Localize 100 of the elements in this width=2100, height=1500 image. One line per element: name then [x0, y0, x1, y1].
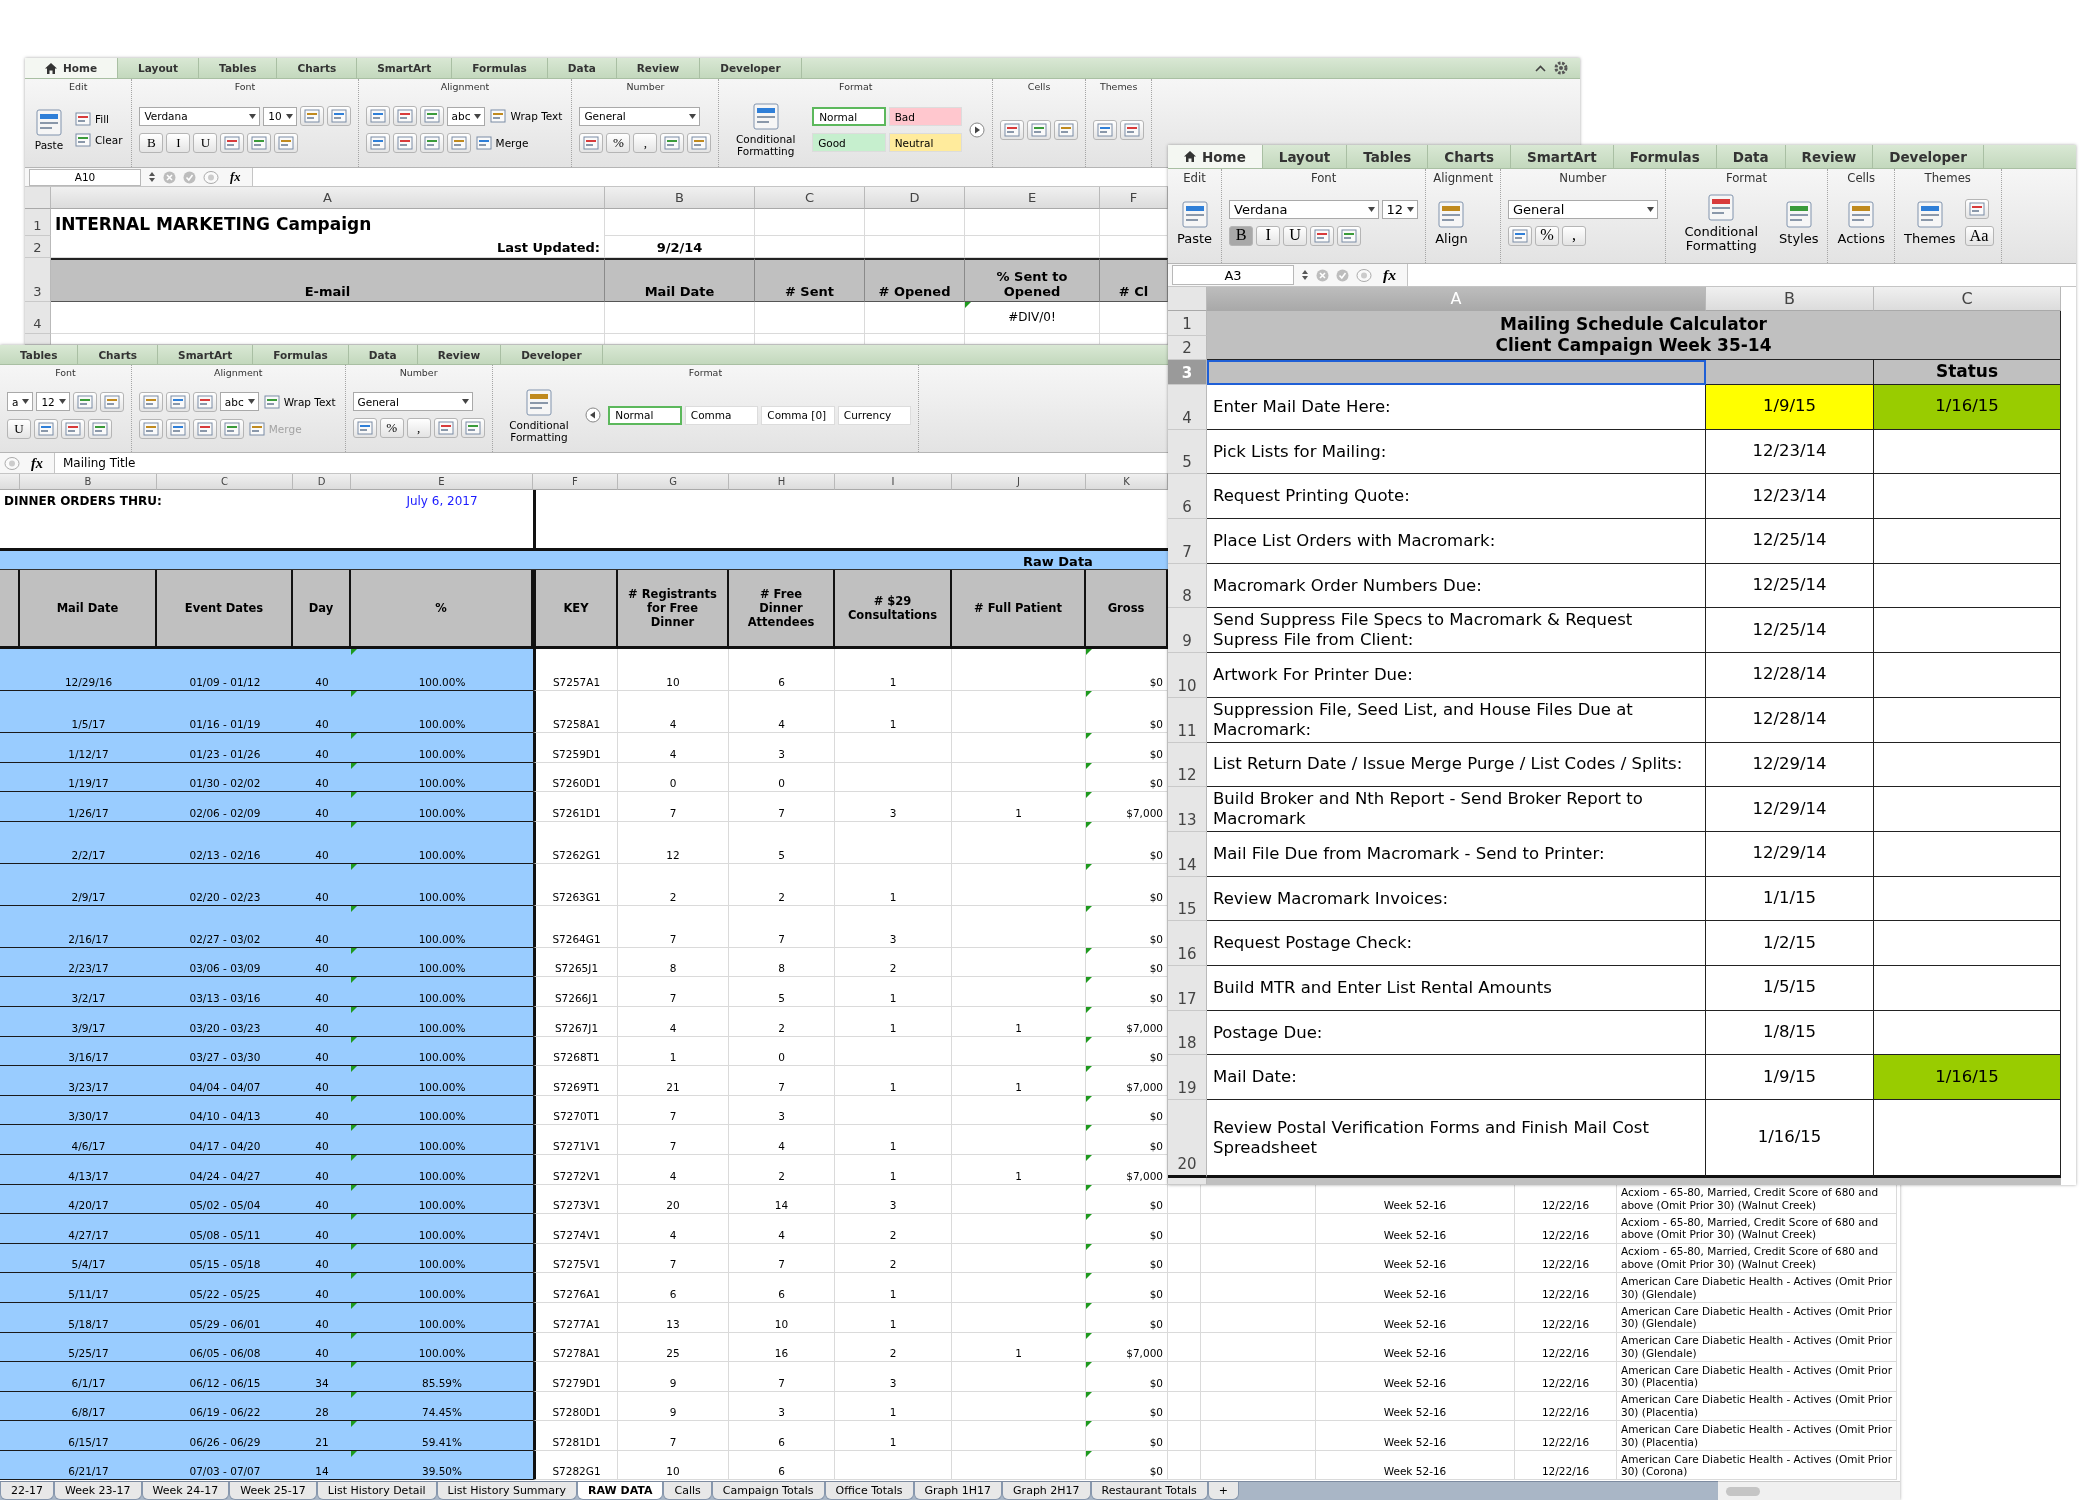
column-heading[interactable]: E: [351, 474, 533, 490]
sheet-tab[interactable]: Week 25-17: [229, 1482, 317, 1500]
toolbar-button[interactable]: Clear: [73, 133, 125, 147]
ribbon-tab[interactable]: SmartArt: [357, 58, 453, 78]
cell-style[interactable]: Comma: [684, 405, 759, 425]
stepper-icon[interactable]: [148, 171, 156, 183]
name-box[interactable]: A10: [29, 168, 141, 186]
column-heading[interactable]: B: [605, 187, 755, 209]
cancel-icon[interactable]: [1316, 268, 1329, 282]
row-heading[interactable]: 4: [25, 302, 51, 334]
row-heading[interactable]: 4: [1168, 385, 1207, 430]
toolbar-button[interactable]: [88, 418, 112, 439]
settings-icon[interactable]: [1554, 61, 1568, 75]
scroll-styles-button[interactable]: [585, 407, 602, 423]
toolbar-button[interactable]: [72, 391, 97, 412]
ribbon-button[interactable]: Actions: [1835, 198, 1887, 247]
ribbon-tab[interactable]: Formulas: [253, 345, 349, 364]
name-box[interactable]: A3: [1172, 265, 1294, 285]
dropdown-field[interactable]: a: [7, 392, 34, 411]
toolbar-button[interactable]: Wrap Text: [261, 394, 338, 409]
row-heading[interactable]: 15: [1168, 876, 1207, 922]
column-heading[interactable]: C: [1874, 287, 2061, 311]
ribbon-tab[interactable]: Charts: [1428, 145, 1512, 168]
dropdown-field[interactable]: General: [1508, 199, 1658, 219]
row-heading[interactable]: 19: [1168, 1055, 1207, 1100]
format-button[interactable]: B: [139, 133, 164, 153]
column-heading[interactable]: E: [965, 187, 1100, 209]
row-heading[interactable]: 6: [1168, 474, 1207, 520]
format-button[interactable]: B: [1229, 225, 1254, 246]
ribbon-button[interactable]: Align: [1433, 198, 1470, 247]
dropdown-field[interactable]: General: [352, 392, 474, 411]
sheet-tab[interactable]: Campaign Totals: [711, 1482, 825, 1500]
row-heading[interactable]: 18: [1168, 1010, 1207, 1056]
sheet-tab[interactable]: Graph 2H17: [1002, 1482, 1091, 1500]
ribbon-tab[interactable]: Review: [417, 345, 502, 364]
column-heading[interactable]: B: [20, 474, 157, 490]
ribbon-tab[interactable]: Developer: [1873, 145, 1984, 168]
row-heading[interactable]: 1: [1168, 311, 1207, 336]
horizontal-scrollbar[interactable]: [1718, 1481, 1900, 1500]
dropdown-field[interactable]: Verdana: [139, 106, 261, 126]
toolbar-button[interactable]: [99, 391, 124, 412]
ribbon-tab[interactable]: Charts: [277, 58, 358, 78]
format-button[interactable]: %: [379, 418, 404, 438]
format-button[interactable]: Aa: [1964, 226, 1994, 246]
dropdown-field[interactable]: abc: [446, 106, 486, 126]
toolbar-button[interactable]: [660, 132, 685, 153]
toolbar-button[interactable]: [219, 418, 244, 439]
toolbar-button[interactable]: [192, 391, 217, 412]
toolbar-button[interactable]: [1120, 119, 1145, 140]
row-heading[interactable]: 7: [1168, 519, 1207, 564]
toolbar-button[interactable]: [1337, 225, 1362, 246]
dropdown-field[interactable]: abc: [219, 392, 259, 411]
column-heading[interactable]: K: [1086, 474, 1168, 490]
toolbar-button[interactable]: [1508, 225, 1533, 246]
ribbon-tab[interactable]: Data: [1716, 145, 1786, 168]
toolbar-button[interactable]: [446, 133, 471, 153]
column-heading[interactable]: D: [293, 474, 351, 490]
format-button[interactable]: U: [193, 133, 218, 153]
ribbon-tab[interactable]: Tables: [1347, 145, 1429, 168]
row-heading[interactable]: 2: [1168, 336, 1207, 360]
select-all-button[interactable]: [25, 187, 51, 209]
sheet-tab[interactable]: Calls: [663, 1482, 712, 1500]
ribbon-button[interactable]: Paste: [32, 107, 66, 152]
sheet-tab[interactable]: List History Summary: [436, 1482, 578, 1500]
format-button[interactable]: ,: [633, 132, 658, 153]
format-button[interactable]: I: [166, 133, 191, 153]
ribbon-tab[interactable]: SmartArt: [158, 345, 254, 364]
toolbar-button[interactable]: [365, 106, 390, 126]
row-heading[interactable]: 20: [1168, 1100, 1207, 1178]
column-heading[interactable]: B: [1706, 287, 1874, 311]
column-heading[interactable]: C: [157, 474, 293, 490]
scrollbar-thumb[interactable]: [1726, 1486, 1760, 1496]
toolbar-button[interactable]: [1093, 119, 1118, 140]
format-button[interactable]: %: [606, 132, 631, 153]
toolbar-button[interactable]: [247, 133, 272, 153]
ribbon-button[interactable]: Styles: [1777, 198, 1821, 247]
ribbon-tab[interactable]: Layout: [118, 58, 200, 78]
column-heading[interactable]: I: [835, 474, 952, 490]
ribbon-tab[interactable]: Charts: [78, 345, 159, 364]
toolbar-button[interactable]: [165, 391, 190, 412]
toolbar-button[interactable]: [299, 106, 324, 126]
toolbar-button[interactable]: [433, 418, 458, 438]
insert-function-button[interactable]: fx: [1379, 266, 1400, 284]
row-heading[interactable]: 1: [25, 209, 51, 236]
row-heading[interactable]: 9: [1168, 608, 1207, 654]
insert-function-button[interactable]: fx: [226, 169, 245, 185]
ribbon-tab[interactable]: Data: [348, 345, 418, 364]
select-all-button[interactable]: [1168, 287, 1207, 311]
row-heading[interactable]: 11: [1168, 697, 1207, 743]
toolbar-button[interactable]: [1310, 225, 1335, 246]
row-heading[interactable]: 17: [1168, 965, 1207, 1011]
toolbar-button[interactable]: [326, 106, 351, 126]
formula-field[interactable]: Mailing Title: [54, 453, 1168, 473]
toolbar-button[interactable]: [419, 133, 444, 153]
cell-style[interactable]: Neutral: [888, 133, 963, 152]
row-heading[interactable]: 8: [1168, 563, 1207, 609]
toolbar-button[interactable]: [1027, 119, 1052, 140]
ribbon-tab[interactable]: Data: [547, 58, 617, 78]
ribbon-tab[interactable]: Formulas: [452, 58, 548, 78]
toolbar-button[interactable]: [61, 418, 85, 439]
